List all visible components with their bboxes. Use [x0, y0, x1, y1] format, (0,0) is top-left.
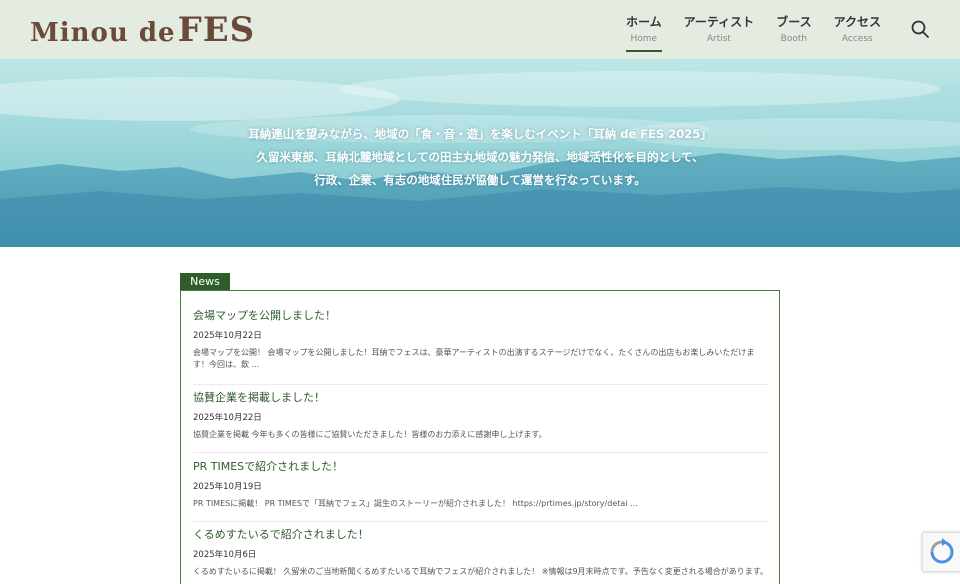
nav-label-en: Access [841, 33, 873, 44]
news-heading: News [180, 273, 230, 291]
news-title[interactable]: くるめすたいるで紹介されました！ [193, 526, 768, 544]
nav-label-ja: アクセス [833, 14, 881, 29]
news-date: 2025年10月19日 [193, 482, 262, 492]
news-item[interactable]: 協賛企業を掲載しました！ 2025年10月22日 協賛企業を掲載 今年も多くの皆… [193, 389, 768, 453]
hero-line: 耳納連山を望みながら、地域の「食・音・遊」を楽しむイベント「耳納 de FES … [248, 127, 712, 141]
nav-label-ja: アーティスト [683, 14, 755, 29]
news-date: 2025年10月22日 [193, 331, 262, 341]
nav-label-en: Home [630, 33, 658, 44]
news-excerpt: PR TIMESに掲載！ PR TIMESで「耳納でフェス」誕生のストーリーが紹… [193, 499, 639, 508]
news-item[interactable]: くるめすたいるで紹介されました！ 2025年10月6日 くるめすたいるに掲載！ … [193, 526, 768, 584]
news-item[interactable]: 会場マップを公開しました！ 2025年10月22日 会場マップを公開！ 会場マッ… [193, 307, 768, 385]
news-title[interactable]: PR TIMESで紹介されました！ [193, 458, 768, 476]
news-excerpt: 協賛企業を掲載 今年も多くの皆様にご協賛いただきました！皆様のお力添えに感謝申し… [193, 430, 547, 439]
nav-label-en: Booth [780, 33, 808, 44]
hero-line: 行政、企業、有志の地域住民が協働して運営を行なっています。 [314, 173, 646, 187]
nav-label-ja: ホーム [625, 14, 662, 29]
nav-item-artist[interactable]: アーティスト Artist [673, 0, 766, 59]
news-item[interactable]: PR TIMESで紹介されました！ 2025年10月19日 PR TIMESに掲… [193, 458, 768, 522]
news-title[interactable]: 協賛企業を掲載しました！ [193, 389, 768, 407]
recaptcha-badge[interactable] [922, 532, 960, 572]
site-logo[interactable]: Minou de FES [30, 10, 255, 50]
news-date: 2025年10月6日 [193, 550, 257, 560]
nav-item-booth[interactable]: ブース Booth [765, 0, 822, 59]
nav-item-access[interactable]: アクセス Access [823, 0, 892, 59]
hero-description: 耳納連山を望みながら、地域の「食・音・遊」を楽しむイベント「耳納 de FES … [0, 123, 960, 192]
logo-text-main: Minou de [30, 18, 176, 48]
nav-label-en: Artist [706, 33, 731, 44]
news-date: 2025年10月22日 [193, 413, 262, 423]
hero-banner: 耳納連山を望みながら、地域の「食・音・遊」を楽しむイベント「耳納 de FES … [0, 59, 960, 247]
recaptcha-icon [930, 538, 954, 564]
logo-text-fes: FES [177, 10, 256, 50]
hero-line: 久留米東部、耳納北麓地域としての田主丸地域の魅力発信、地域活性化を目的として、 [256, 150, 704, 164]
site-header: Minou de FES ホーム Home アーティスト Artist ブース … [0, 0, 960, 59]
news-list: 会場マップを公開しました！ 2025年10月22日 会場マップを公開！ 会場マッ… [180, 290, 780, 584]
news-title[interactable]: 会場マップを公開しました！ [193, 307, 768, 325]
nav-item-home[interactable]: ホーム Home [615, 0, 673, 59]
news-excerpt: 会場マップを公開！ 会場マップを公開しました！耳納でフェスは、豪華アーティストの… [193, 348, 755, 369]
nav-label-ja: ブース [776, 14, 812, 29]
main-nav: ホーム Home アーティスト Artist ブース Booth アクセス Ac… [615, 0, 892, 59]
search-icon[interactable] [910, 19, 930, 39]
news-excerpt: くるめすたいるに掲載！ 久留米のご当地新聞くるめすたいるで耳納でフェスが紹介され… [193, 567, 768, 576]
